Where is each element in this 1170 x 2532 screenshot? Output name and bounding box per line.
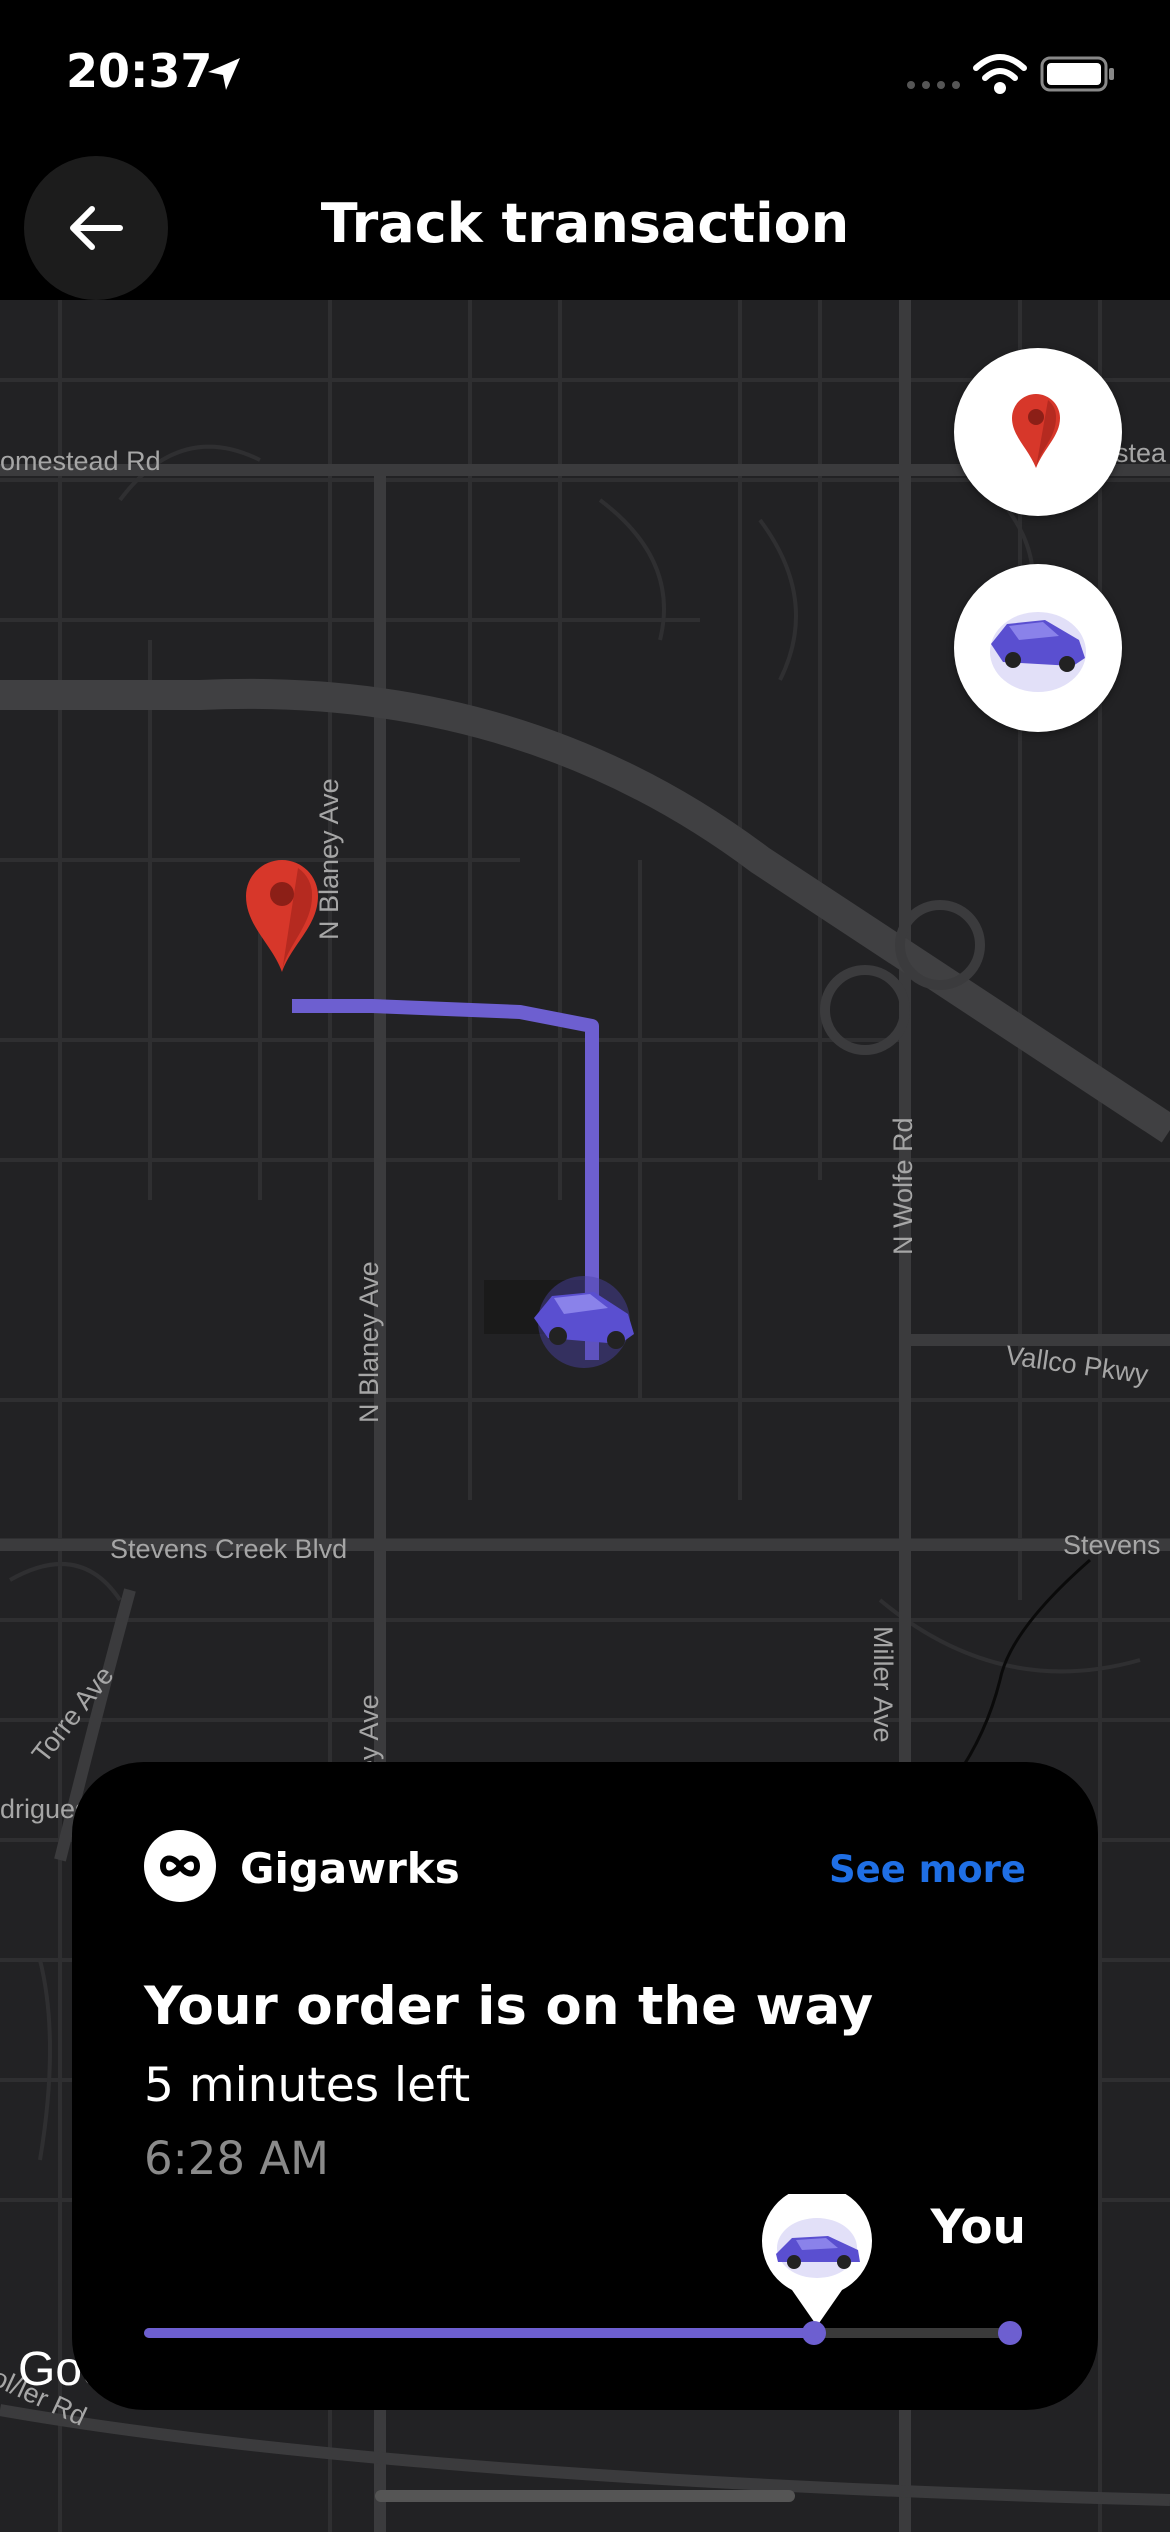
street-label: N Wolfe Rd [888,1117,918,1255]
infinity-link-icon [159,1855,201,1877]
street-label: Stevens Creek Blvd [110,1534,348,1564]
merchant-name: Gigawrks [240,1844,460,1893]
car-marker-icon[interactable] [524,1268,644,1368]
street-label: omestead Rd [0,446,161,476]
progress-fill [144,2328,814,2338]
eta-time: 6:28 AM [144,2132,329,2185]
battery-icon [1040,56,1114,92]
time-left: 5 minutes left [144,2058,471,2113]
see-more-link[interactable]: See more [829,1848,1026,1891]
merchant-logo [144,1830,216,1902]
nav-header: Track transaction [0,150,1170,300]
street-label: Stevens [1063,1530,1161,1560]
order-status-title: Your order is on the way [144,1976,874,2037]
home-indicator [375,2490,795,2502]
delivery-progress-bar [144,2321,1022,2345]
location-pin-icon [1012,394,1060,468]
street-label: stea [1115,438,1167,468]
destination-pin-icon[interactable] [242,856,322,976]
car-progress-marker-icon [762,2194,872,2326]
cellular-signal-icon [907,81,960,89]
location-arrow-icon [208,58,240,90]
wifi-icon [973,54,1027,94]
progress-end-dot [998,2321,1022,2345]
progress-current-dot [802,2321,826,2345]
street-label: N Blaney Ave [354,1261,384,1423]
order-tracking-card: Gigawrks See more Your order is on the w… [72,1762,1098,2410]
street-label: Miller Ave [868,1626,898,1743]
destination-label: You [930,2200,1026,2255]
car-icon [990,612,1086,692]
focus-vehicle-button[interactable] [954,564,1122,732]
page-title: Track transaction [320,192,850,255]
status-time: 20:37 [66,44,213,98]
focus-destination-button[interactable] [954,348,1122,516]
status-bar: 20:37 [0,0,1170,150]
